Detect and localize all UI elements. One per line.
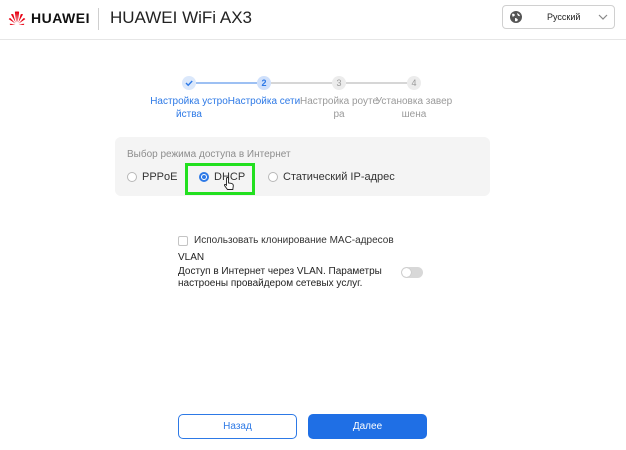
step-4-label: Установка завер шена [375, 96, 453, 120]
setup-stepper: 2 3 4 Настройка устро йства Настройка се… [150, 74, 452, 124]
chevron-down-icon [598, 14, 608, 20]
header: HUAWEI HUAWEI WiFi AX3 Русский [0, 0, 626, 40]
radio-pppoe-dot[interactable] [127, 172, 137, 182]
huawei-flower-icon [8, 11, 26, 26]
check-icon [185, 80, 193, 87]
language-select[interactable]: Русский [502, 5, 615, 29]
vlan-description: Доступ в Интернет через VLAN. Параметры … [178, 266, 382, 289]
product-title: HUAWEI WiFi AX3 [110, 8, 252, 27]
radio-pppoe-label: PPPoE [142, 171, 178, 183]
step-connector [346, 82, 407, 84]
language-label: Русский [547, 12, 581, 22]
radio-static-ip-label: Статический IP-адрес [283, 171, 395, 183]
hand-cursor-icon [224, 177, 234, 190]
step-2-indicator: 2 [257, 76, 271, 90]
access-mode-panel: Выбор режима доступа в Интернет PPPoE DH… [115, 137, 490, 196]
header-divider [98, 8, 99, 30]
step-4-indicator: 4 [407, 76, 421, 90]
step-3-indicator: 3 [332, 76, 346, 90]
dhcp-highlight-box [185, 163, 255, 195]
mac-clone-label: Использовать клонирование MAC-адресов [194, 235, 394, 246]
step-1-done-indicator [182, 76, 196, 90]
mac-clone-checkbox[interactable] [178, 235, 188, 246]
step-connector [196, 82, 257, 84]
vlan-toggle-knob [402, 268, 411, 277]
brand-name: HUAWEI [31, 10, 90, 26]
step-1-label: Настройка устро йства [150, 96, 228, 120]
radio-static-ip-dot[interactable] [268, 172, 278, 182]
next-button[interactable]: Далее [308, 414, 427, 439]
vlan-title: VLAN [178, 252, 205, 263]
access-mode-label: Выбор режима доступа в Интернет [127, 149, 291, 160]
globe-icon [510, 11, 522, 23]
step-2-label: Настройка сети [227, 96, 301, 107]
back-button[interactable]: Назад [178, 414, 297, 439]
radio-static-ip[interactable]: Статический IP-адрес [268, 171, 395, 183]
mac-clone-row[interactable]: Использовать клонирование MAC-адресов [178, 235, 394, 246]
huawei-logo: HUAWEI [8, 9, 90, 27]
step-connector [271, 82, 332, 84]
radio-pppoe[interactable]: PPPoE [127, 171, 177, 183]
vlan-toggle[interactable] [401, 267, 423, 278]
step-3-label: Настройка роуте ра [299, 96, 379, 120]
